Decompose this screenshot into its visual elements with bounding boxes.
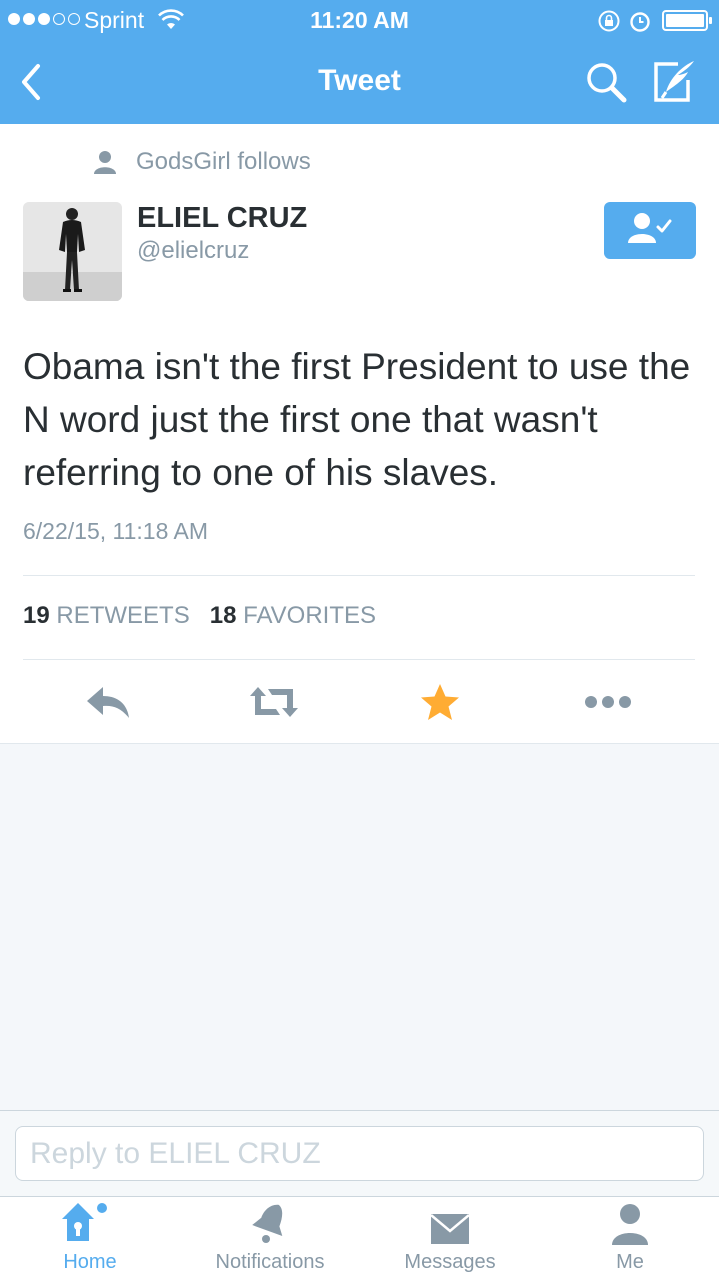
top-bar: Sprint 11:20 AM Tweet [0,0,719,124]
social-context-text: GodsGirl follows [136,148,311,175]
reply-input[interactable] [15,1126,704,1181]
home-icon [60,1197,120,1245]
retweet-label: RETWEETS [56,602,190,629]
social-context: GodsGirl follows [94,148,311,176]
status-bar: Sprint 11:20 AM [0,0,719,40]
bell-icon [250,1197,290,1245]
envelope-icon [430,1197,470,1245]
tab-notifications[interactable]: Notifications [200,1197,340,1280]
author-name[interactable]: ELIEL CRUZ [137,202,307,235]
retweet-stat[interactable]: 19 RETWEETS [23,602,190,629]
retweet-icon[interactable] [248,680,300,724]
more-options-icon[interactable] [584,680,632,724]
favorite-stat[interactable]: 18 FAVORITES [210,602,376,629]
person-icon [94,150,116,174]
divider [23,575,695,576]
person-icon [612,1197,648,1245]
tweet-detail-card: GodsGirl follows ELIEL CRUZ @elielcruz O… [0,124,719,744]
tab-home[interactable]: Home [40,1197,140,1280]
tab-label: Me [616,1251,644,1273]
avatar[interactable] [23,202,122,301]
reply-icon[interactable] [84,680,132,724]
engagement-stats: 19 RETWEETS 18 FAVORITES [23,602,376,630]
tab-label: Notifications [215,1251,325,1273]
tweet-text: Obama isn't the first President to use t… [23,346,691,493]
tab-me[interactable]: Me [590,1197,670,1280]
tab-bar: Home Notifications Messages Me [0,1196,719,1280]
rotation-lock-icon [597,9,621,39]
person-check-icon [627,211,673,250]
tab-label: Home [63,1251,117,1273]
battery-icon [662,10,712,31]
tweet-actions [0,680,719,724]
favorite-label: FAVORITES [243,602,377,629]
compose-icon[interactable] [652,58,698,104]
search-icon[interactable] [584,60,628,104]
tweet-timestamp: 6/22/15, 11:18 AM [23,518,208,544]
favorite-count: 18 [209,602,237,629]
nav-bar: Tweet [0,40,719,124]
author-handle[interactable]: @elielcruz [137,237,249,265]
retweet-count: 19 [23,602,50,629]
divider [23,659,695,660]
tab-label: Messages [404,1251,496,1273]
reply-bar [0,1110,719,1196]
following-button[interactable] [604,202,696,259]
tab-messages[interactable]: Messages [390,1197,510,1280]
star-icon[interactable] [420,680,460,724]
alarm-icon [628,9,652,39]
